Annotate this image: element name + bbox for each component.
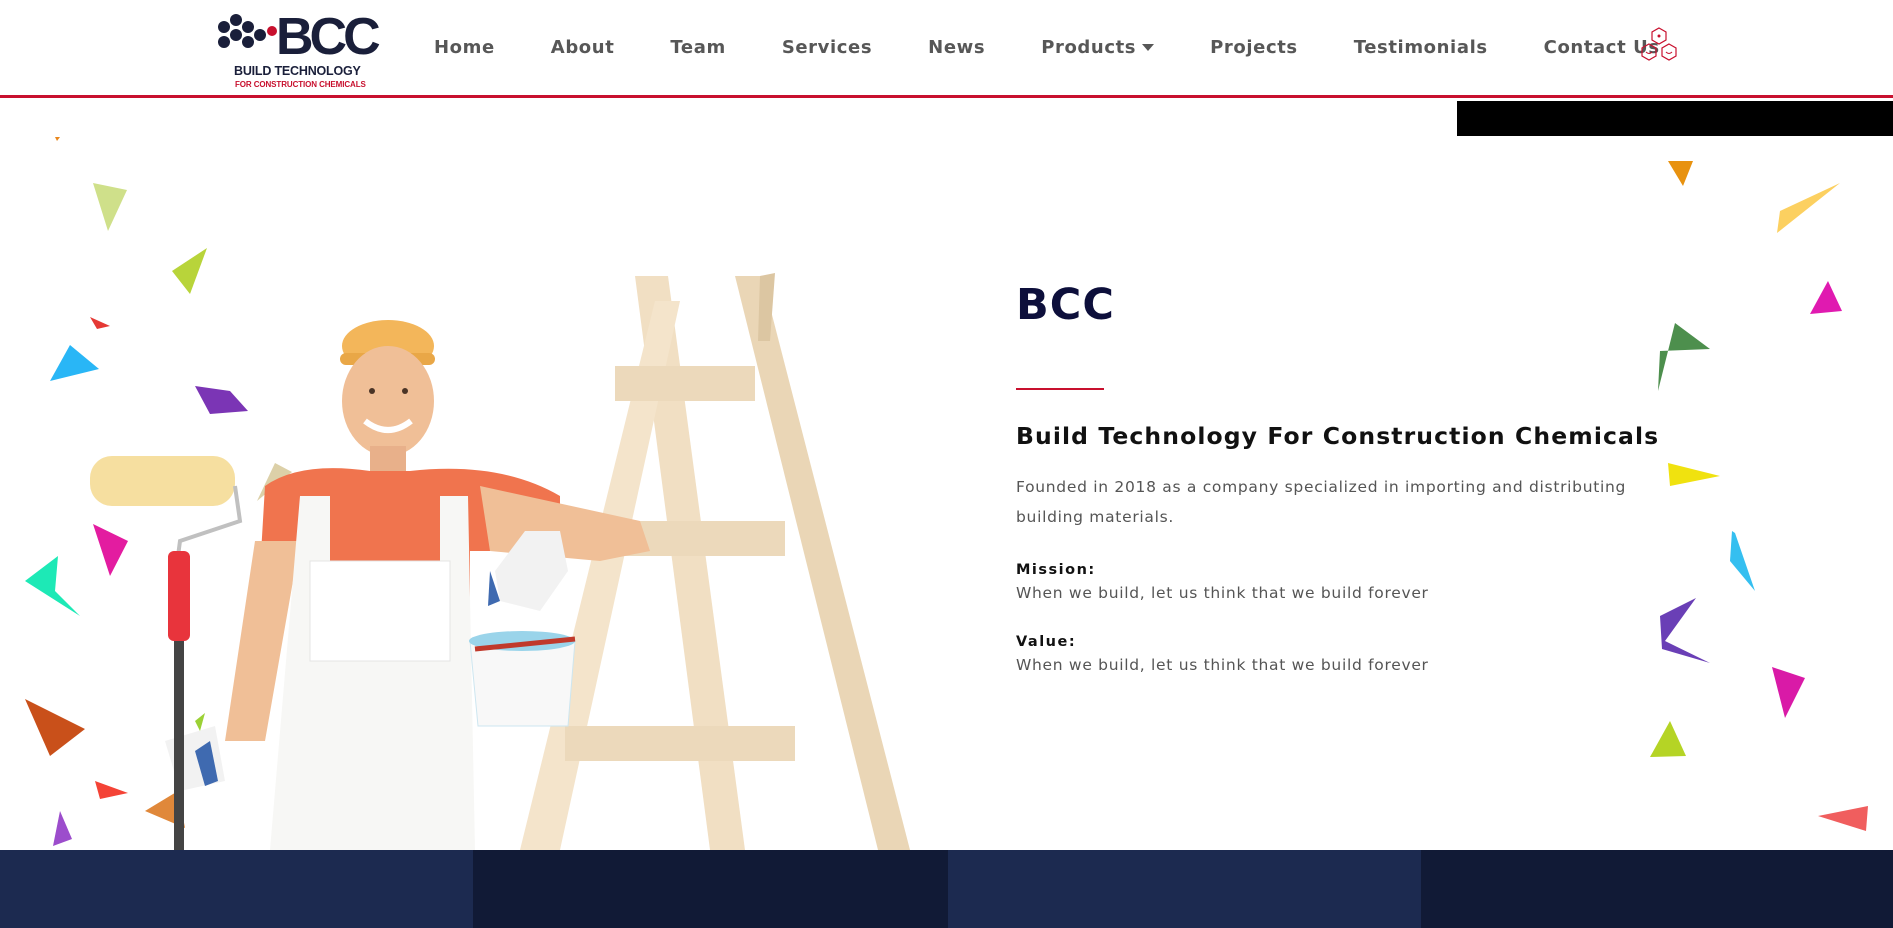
nav-testimonials-label: Testimonials: [1353, 36, 1488, 58]
bcc-logo-mark: BCC: [218, 10, 384, 60]
nav-services[interactable]: Services: [782, 37, 872, 58]
nav-projects[interactable]: Projects: [1210, 37, 1298, 58]
nav-news-label: News: [928, 36, 986, 58]
footer-block: [1421, 850, 1893, 928]
nav-team-label: Team: [670, 36, 726, 58]
footer-block: [473, 850, 948, 928]
page-title: BCC: [1016, 280, 1115, 330]
bcc-logo[interactable]: BCC BUILD TECHNOLOGY FOR CONSTRUCTION CH…: [214, 10, 384, 92]
logo-wordmark: BCC: [276, 10, 380, 60]
painter-illustration: [25, 137, 910, 850]
hero-image: [0, 101, 960, 850]
footer-block: [948, 850, 1421, 928]
footer-block: [0, 850, 473, 928]
ladder: [520, 273, 910, 850]
nav-about-label: About: [550, 36, 615, 58]
page-subtitle: Build Technology For Construction Chemic…: [1016, 422, 1660, 450]
confetti-right: [1650, 161, 1868, 831]
footer-color-blocks: [0, 850, 1893, 928]
main-nav: Home About Team Services News Products P…: [434, 34, 1716, 60]
logo-tagline-sub: FOR CONSTRUCTION CHEMICALS: [235, 80, 366, 89]
nav-services-label: Services: [781, 36, 873, 58]
about-section: BCC Build Technology For Construction Ch…: [1016, 280, 1660, 674]
caret-down-icon: [1142, 43, 1155, 51]
nav-products-label: Products: [1041, 36, 1137, 58]
logo-tagline-main: BUILD TECHNOLOGY: [234, 64, 361, 78]
mission-label: Mission:: [1016, 562, 1096, 578]
value-text: When we build, let us think that we buil…: [1016, 656, 1429, 674]
nav-about[interactable]: About: [551, 37, 615, 58]
value-label: Value:: [1016, 634, 1077, 650]
about-description: Founded in 2018 as a company specialized…: [1016, 478, 1627, 526]
hexagon-cluster-icon[interactable]: [1638, 27, 1680, 67]
title-divider: [1016, 388, 1104, 390]
nav-testimonials[interactable]: Testimonials: [1354, 37, 1488, 58]
nav-home-label: Home: [434, 36, 495, 58]
mission-text: When we build, let us think that we buil…: [1016, 584, 1429, 602]
nav-projects-label: Projects: [1210, 36, 1298, 58]
nav-products[interactable]: Products: [1041, 36, 1155, 58]
site-header: BCC BUILD TECHNOLOGY FOR CONSTRUCTION CH…: [0, 0, 1893, 98]
nav-news[interactable]: News: [928, 37, 985, 58]
nav-team[interactable]: Team: [670, 37, 725, 58]
nav-home[interactable]: Home: [434, 37, 495, 58]
